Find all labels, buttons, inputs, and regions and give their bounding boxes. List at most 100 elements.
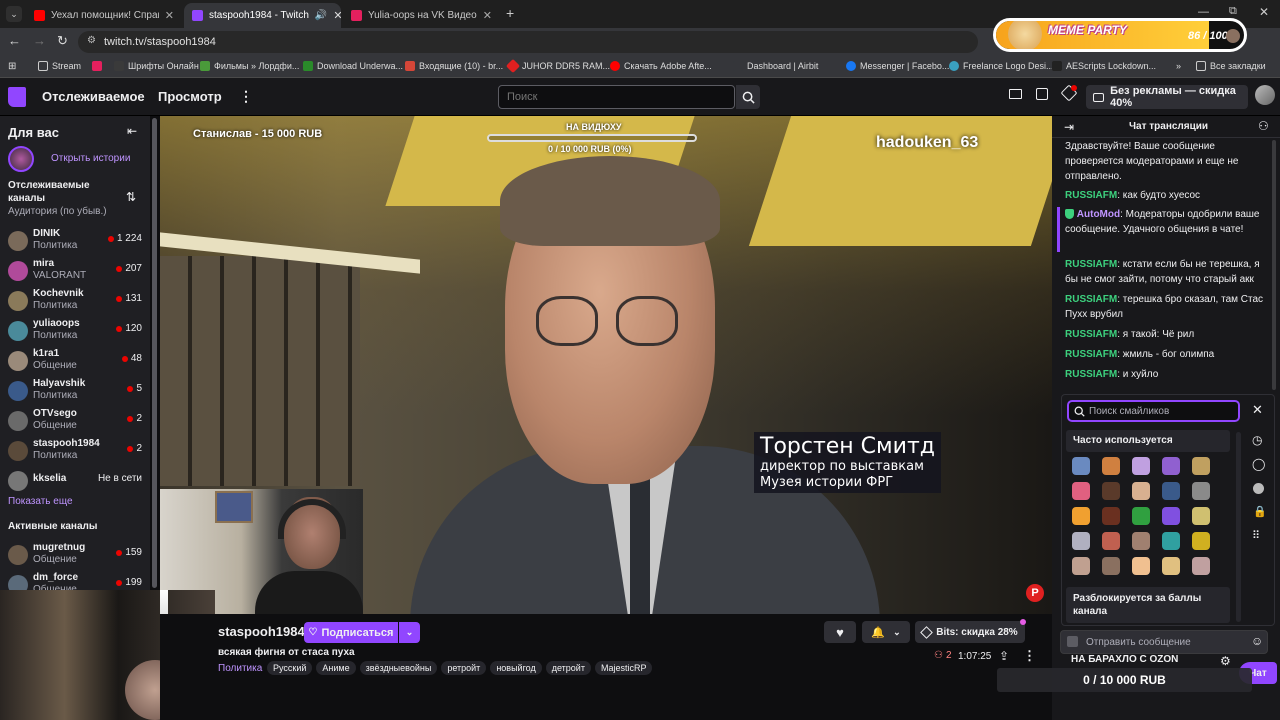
more-options-icon[interactable]: ⋮ xyxy=(1023,648,1036,664)
emote-scrollbar[interactable] xyxy=(1236,432,1241,622)
emote[interactable] xyxy=(1102,557,1120,575)
bookmark[interactable]: Фильмы » Лордфи... xyxy=(200,61,299,71)
emote[interactable] xyxy=(1192,507,1210,525)
stream-tag[interactable]: MajesticRP xyxy=(594,661,653,675)
follow-button[interactable]: ♡ Подписаться xyxy=(304,622,398,643)
like-button[interactable]: ♥ xyxy=(824,621,856,643)
sidebar-scroll-thumb[interactable] xyxy=(152,118,157,588)
twitch-logo-icon[interactable] xyxy=(8,87,26,107)
bookmark-folder[interactable]: Stream xyxy=(38,61,81,71)
emote[interactable] xyxy=(1102,507,1120,525)
nav-following[interactable]: Отслеживаемое xyxy=(42,89,145,104)
recent-emotes-icon[interactable]: ◷ xyxy=(1252,433,1262,447)
maximize-icon[interactable]: ⧉ xyxy=(1229,5,1237,18)
stream-tag[interactable]: Русский xyxy=(267,661,313,675)
inbox-icon[interactable] xyxy=(1009,89,1022,99)
url-field[interactable]: ⚙ twitch.tv/staspooh1984 xyxy=(78,31,978,53)
bookmark[interactable]: Messenger | Facebo... xyxy=(846,61,949,71)
whispers-icon[interactable] xyxy=(1036,88,1048,100)
emote[interactable] xyxy=(1192,532,1210,550)
back-icon[interactable]: ← xyxy=(8,33,21,48)
emote[interactable] xyxy=(1162,482,1180,500)
emote[interactable] xyxy=(1072,557,1090,575)
emote[interactable] xyxy=(1162,507,1180,525)
follow-dropdown-icon[interactable]: ⌄ xyxy=(399,622,420,643)
emote[interactable] xyxy=(1162,532,1180,550)
emote[interactable] xyxy=(1102,457,1120,475)
bookmark[interactable]: Download Underwa... xyxy=(303,61,403,71)
emote[interactable] xyxy=(1102,532,1120,550)
bits-discount-button[interactable]: Bits: скидка 28% xyxy=(915,621,1025,643)
bookmark[interactable]: Входящие (10) - br... xyxy=(405,61,503,71)
bookmark[interactable]: Скачать Adobe Afte... xyxy=(610,61,712,71)
stream-category-link[interactable]: Политика xyxy=(218,663,262,674)
emote[interactable] xyxy=(1132,457,1150,475)
emote[interactable] xyxy=(1072,482,1090,500)
open-stories-link[interactable]: Открыть истории xyxy=(51,153,130,164)
emote[interactable] xyxy=(1162,457,1180,475)
chat-users-icon[interactable]: ⚇ xyxy=(1258,119,1269,133)
prime-ad-free-button[interactable]: Без рекламы — скидка 40% xyxy=(1086,85,1248,109)
emote[interactable] xyxy=(1192,557,1210,575)
bookmark[interactable]: AEScripts Lockdown... xyxy=(1052,61,1156,71)
chat-username[interactable]: RUSSIAFM xyxy=(1065,369,1117,380)
sidebar-channel[interactable]: Halyavshik Политика 5 xyxy=(8,378,150,408)
sidebar-channel[interactable]: mira VALORANT 207 xyxy=(8,258,150,288)
close-tab-icon[interactable]: ✕ xyxy=(333,9,341,22)
bookmark[interactable]: JUHOR DDR5 RAM... xyxy=(505,58,610,74)
sidebar-channel[interactable]: staspooh1984 Политика 2 xyxy=(8,438,150,468)
speaker-icon[interactable]: 🔊 xyxy=(315,10,327,21)
chat-scrollbar[interactable] xyxy=(1272,140,1276,390)
bookmark[interactable]: Dashboard | Airbit xyxy=(733,61,818,71)
video-player[interactable]: Станислав - 15 000 RUB НА ВИДЮХУ 0 / 10 … xyxy=(160,116,1052,614)
emote[interactable] xyxy=(1102,482,1120,500)
emote[interactable] xyxy=(1162,557,1180,575)
search-input[interactable] xyxy=(498,85,735,109)
browser-tab[interactable]: Yulia-oops на VK Видео Live - ✕ xyxy=(343,3,500,28)
emote-search-input[interactable]: Поиск смайликов xyxy=(1067,400,1240,422)
channel-points-icon[interactable] xyxy=(1067,636,1078,647)
bookmarks-overflow[interactable]: » xyxy=(1176,61,1181,71)
new-tab-icon[interactable]: + xyxy=(506,5,514,21)
close-emote-picker-icon[interactable]: ✕ xyxy=(1252,402,1263,418)
sidebar-active-channel[interactable]: mugretnug Общение 159 xyxy=(8,542,150,572)
stream-tag[interactable]: новыйгод xyxy=(490,661,542,675)
chat-username[interactable]: RUSSIAFM xyxy=(1065,329,1117,340)
sidebar-channel[interactable]: yuliaoops Политика 120 xyxy=(8,318,150,348)
forward-icon[interactable]: → xyxy=(33,33,46,48)
more-menu-icon[interactable]: ⋮ xyxy=(239,88,253,105)
browser-tab[interactable]: Уехал помощник! Справляемся ✕ xyxy=(26,3,182,28)
stream-tag[interactable]: Аниме xyxy=(316,661,356,675)
emote[interactable] xyxy=(1132,557,1150,575)
apps-icon[interactable]: ⊞ xyxy=(8,61,16,72)
stories-avatar[interactable] xyxy=(8,146,34,172)
notifications-button[interactable]: 🔔 ⌄ xyxy=(862,621,910,643)
chat-username[interactable]: RUSSIAFM xyxy=(1065,259,1117,270)
close-tab-icon[interactable]: ✕ xyxy=(483,9,492,22)
search-button[interactable] xyxy=(736,85,760,109)
sidebar-channel[interactable]: k1ra1 Общение 48 xyxy=(8,348,150,378)
reload-icon[interactable]: ↻ xyxy=(57,33,68,49)
show-more-link[interactable]: Показать еще xyxy=(8,496,73,507)
emote[interactable] xyxy=(1072,457,1090,475)
channel-name[interactable]: staspooh1984 xyxy=(218,624,305,639)
close-tab-icon[interactable]: ✕ xyxy=(165,9,174,22)
settings-icon[interactable]: ⚙ xyxy=(1220,654,1231,668)
all-bookmarks[interactable]: Все закладки xyxy=(1196,61,1266,71)
share-icon[interactable]: ⇪ xyxy=(999,649,1009,663)
emote-picker-icon[interactable]: ☺ xyxy=(1251,634,1263,648)
emote[interactable] xyxy=(1072,507,1090,525)
close-window-icon[interactable]: ✕ xyxy=(1259,5,1269,19)
bookmark[interactable]: Шрифты Онлайн xyxy=(114,61,199,71)
emote[interactable] xyxy=(1132,532,1150,550)
sidebar-channel-offline[interactable]: kkselia Не в сети xyxy=(8,468,150,498)
browser-tab-active[interactable]: staspooh1984 - Twitch 🔊 ✕ xyxy=(184,3,341,28)
sidebar-channel[interactable]: Kochevnik Политика 131 xyxy=(8,288,150,318)
global-emotes-icon[interactable] xyxy=(1253,483,1264,494)
emote[interactable] xyxy=(1192,457,1210,475)
nav-browse[interactable]: Просмотр xyxy=(158,89,222,104)
chat-username[interactable]: RUSSIAFM xyxy=(1065,349,1117,360)
minimize-icon[interactable]: — xyxy=(1198,6,1209,18)
collapse-sidebar-icon[interactable]: ⇤ xyxy=(127,124,137,138)
emote[interactable] xyxy=(1132,482,1150,500)
